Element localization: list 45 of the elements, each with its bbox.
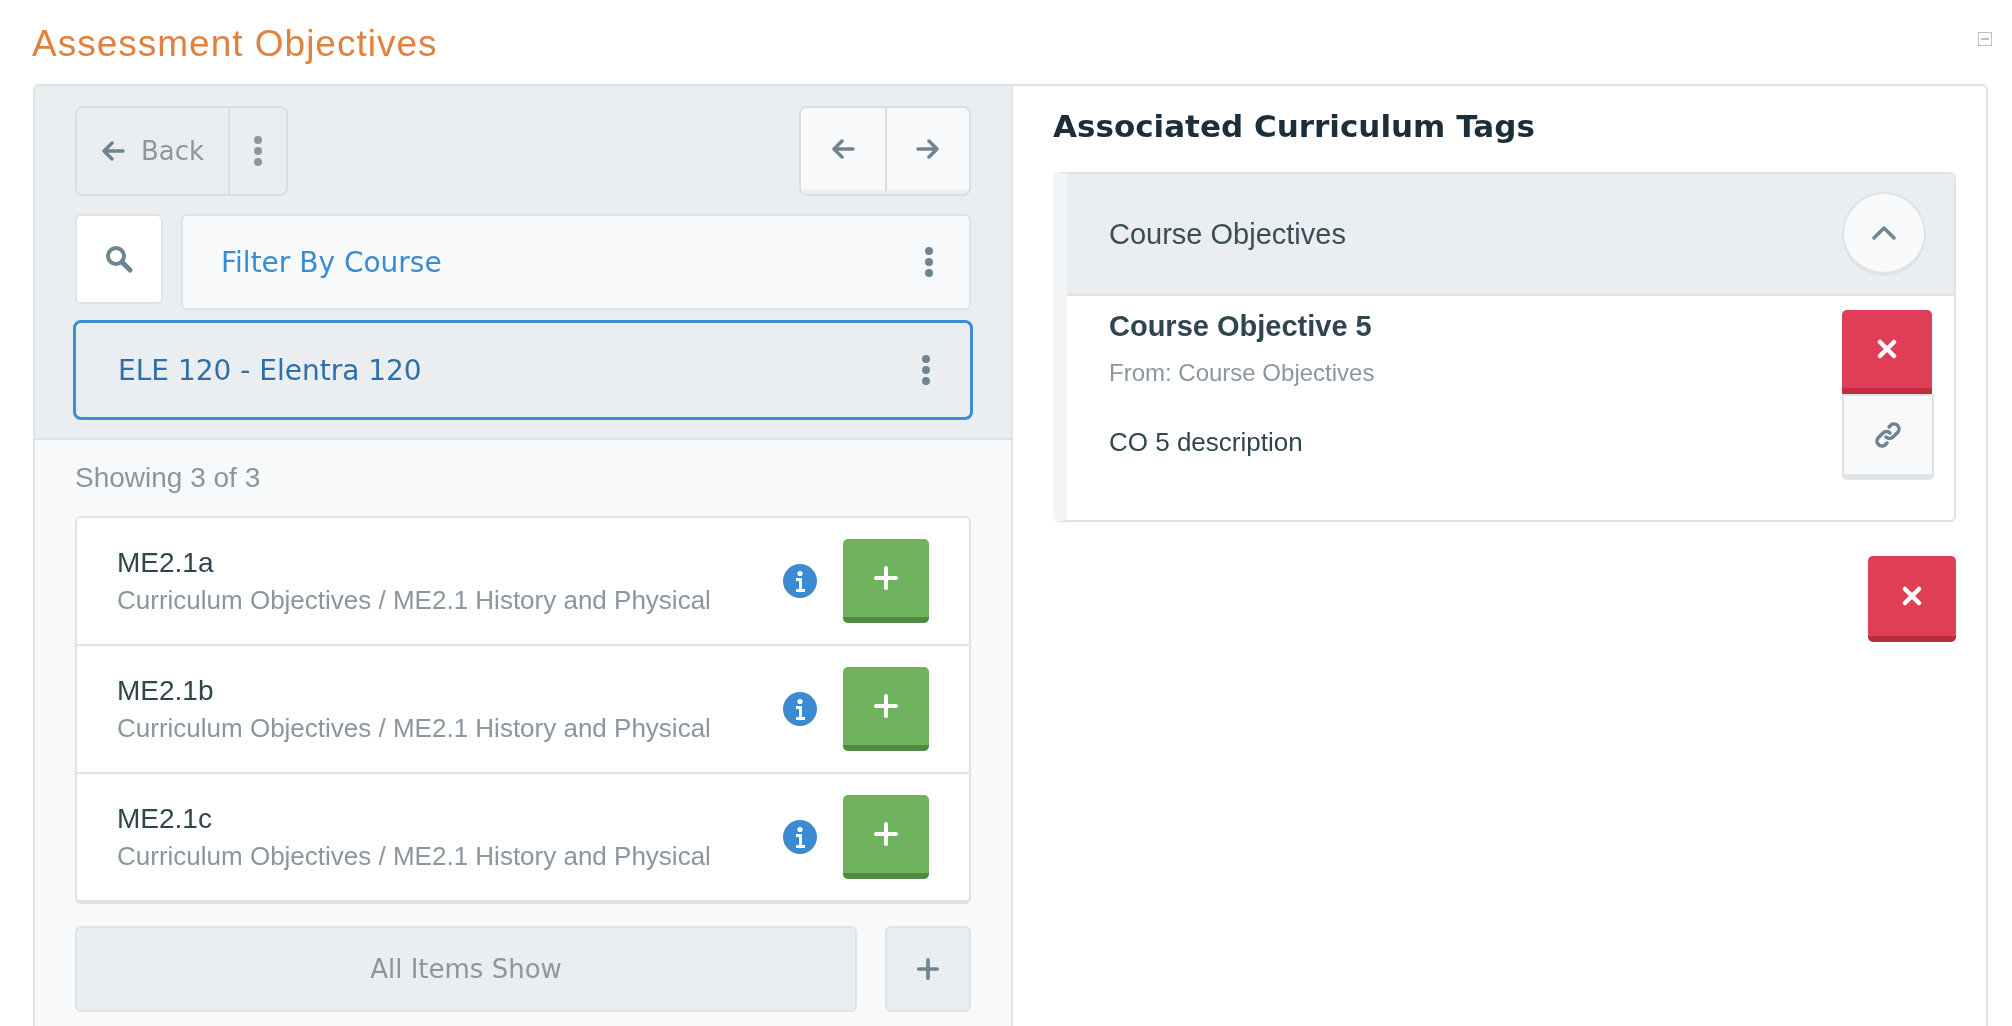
info-icon[interactable]	[783, 820, 817, 854]
objective-code: ME2.1a	[117, 546, 215, 579]
add-button[interactable]	[843, 667, 929, 751]
tag-description: CO 5 description	[1109, 427, 1304, 458]
arrow-left-icon	[831, 139, 855, 159]
objective-code: ME2.1c	[117, 802, 213, 835]
add-button[interactable]	[843, 539, 929, 623]
close-icon	[1902, 586, 1922, 606]
previous-button[interactable]	[801, 108, 885, 194]
result-count: Showing 3 of 3	[75, 462, 262, 494]
tag-source: From: Course Objectives	[1109, 359, 1376, 387]
group-title: Course Objectives	[1109, 217, 1346, 251]
course-dropdown[interactable]: ELE 120 - Elentra 120	[73, 320, 973, 420]
search-icon	[105, 245, 133, 273]
remove-all-button[interactable]	[1868, 556, 1956, 642]
more-icon	[925, 247, 933, 277]
objective-path: Curriculum Objectives / ME2.1 History and Physical	[117, 712, 712, 744]
plus-icon	[916, 957, 940, 981]
link-button[interactable]	[1842, 394, 1934, 480]
search-button[interactable]	[75, 214, 163, 304]
more-button[interactable]	[228, 108, 287, 194]
more-icon	[922, 355, 930, 385]
plus-icon	[873, 565, 899, 591]
remove-button[interactable]	[1842, 310, 1932, 394]
collapse-icon[interactable]	[1978, 32, 1992, 46]
panel-heading: Associated Curriculum Tags	[1053, 108, 1536, 144]
chevron-up-icon	[1871, 225, 1897, 241]
section-title: Assessment Objectives	[32, 23, 438, 65]
show-all-button[interactable]: All Items Show	[75, 926, 857, 1012]
more-icon	[254, 136, 263, 166]
tag-title: Course Objective 5	[1109, 310, 1373, 343]
plus-icon	[873, 821, 899, 847]
close-icon	[1877, 339, 1897, 359]
next-button[interactable]	[885, 108, 969, 194]
add-button[interactable]	[843, 795, 929, 879]
filter-dropdown[interactable]: Filter By Course	[181, 214, 971, 310]
arrow-right-icon	[916, 139, 940, 159]
objective-path: Curriculum Objectives / ME2.1 History and Physical	[117, 584, 712, 616]
info-icon[interactable]	[783, 692, 817, 726]
plus-icon	[873, 693, 899, 719]
objective-path: Curriculum Objectives / ME2.1 History and Physical	[117, 840, 712, 872]
objective-code: ME2.1b	[117, 674, 215, 707]
arrow-left-icon	[101, 141, 125, 161]
link-icon	[1874, 421, 1902, 449]
info-icon[interactable]	[783, 564, 817, 598]
